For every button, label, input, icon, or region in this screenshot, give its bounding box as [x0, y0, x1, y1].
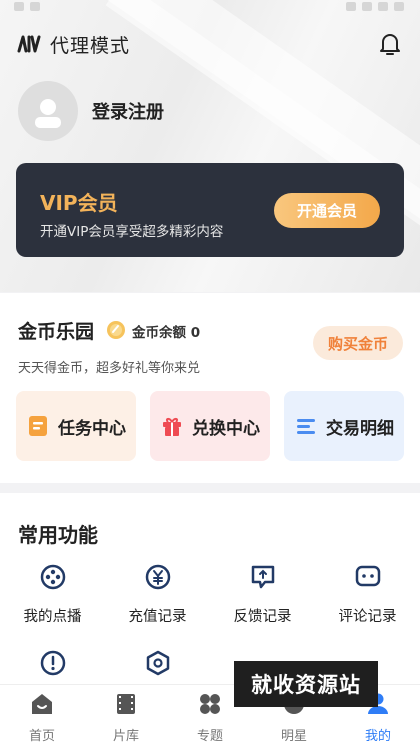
tab-home-label: 首页 — [28, 729, 55, 744]
exchange-center-tile[interactable]: 兑换中心 — [150, 391, 270, 461]
user-avatar-icon[interactable] — [18, 81, 78, 141]
buy-coins-button[interactable]: 购买金币 — [313, 326, 403, 360]
vip-title: VIP会员 — [40, 191, 118, 215]
coin-balance: 金币余额 0 — [132, 325, 201, 341]
coin-subtitle: 天天得金币，超多好礼等你来兑 — [18, 361, 201, 376]
my-vod-label: 我的点播 — [23, 609, 82, 625]
film-reel-icon — [40, 564, 65, 590]
common-functions-title: 常用功能 — [18, 523, 98, 547]
alert-icon — [40, 650, 65, 676]
my-vod-item[interactable]: 我的点播 — [0, 563, 105, 626]
feedback-icon — [251, 565, 274, 589]
transaction-details-label: 交易明细 — [326, 418, 394, 439]
yen-icon — [145, 564, 170, 590]
bell-icon[interactable] — [376, 30, 404, 58]
list-icon — [297, 419, 315, 434]
comment-records-item[interactable]: 评论记录 — [315, 563, 420, 626]
exchange-center-label: 兑换中心 — [192, 418, 260, 439]
brand-logo-icon — [17, 35, 41, 53]
tab-mine-label: 我的 — [364, 729, 391, 744]
coin-park-card: 金币乐园 金币余额 0 购买金币 天天得金币，超多好礼等你来兑 任务中心 兑换中… — [0, 293, 420, 483]
tab-library[interactable]: 片库 — [84, 685, 168, 747]
page-title: 代理模式 — [50, 34, 131, 57]
login-row[interactable]: 登录注册 — [18, 80, 164, 142]
vip-subtitle: 开通VIP会员享受超多精彩内容 — [40, 224, 224, 240]
film-icon — [117, 694, 135, 714]
settings-item[interactable] — [105, 649, 210, 681]
task-center-tile[interactable]: 任务中心 — [16, 391, 136, 461]
coin-icon — [107, 321, 125, 339]
tab-topics-label: 专题 — [196, 729, 223, 744]
task-center-label: 任务中心 — [58, 418, 126, 439]
home-icon — [32, 694, 52, 714]
profile-header: 代理模式 登录注册 VIP会员 开通VIP会员享受超多精彩内容 开通会员 — [0, 0, 420, 292]
recharge-records-item[interactable]: 充值记录 — [105, 563, 210, 626]
status-bar — [0, 0, 420, 14]
tab-home[interactable]: 首页 — [0, 685, 84, 747]
hexagon-icon — [146, 650, 169, 676]
grid-icon — [200, 694, 220, 714]
vip-banner[interactable]: VIP会员 开通VIP会员享受超多精彩内容 开通会员 — [16, 163, 404, 257]
open-vip-button[interactable]: 开通会员 — [274, 193, 380, 228]
coin-park-title: 金币乐园 — [18, 321, 95, 343]
alert-item[interactable] — [0, 649, 105, 681]
comment-records-label: 评论记录 — [338, 609, 397, 625]
recharge-records-label: 充值记录 — [128, 609, 187, 625]
feedback-records-item[interactable]: 反馈记录 — [210, 563, 315, 626]
tab-stars-label: 明星 — [280, 729, 307, 744]
watermark-overlay: 就收资源站 — [234, 661, 378, 707]
top-bar: 代理模式 — [16, 26, 404, 62]
gift-icon — [163, 418, 181, 436]
task-icon — [29, 416, 47, 436]
feedback-records-label: 反馈记录 — [233, 609, 292, 625]
tab-library-label: 片库 — [112, 729, 139, 744]
transaction-details-tile[interactable]: 交易明细 — [284, 391, 404, 461]
login-register-link[interactable]: 登录注册 — [92, 98, 164, 124]
comment-icon — [355, 565, 380, 587]
